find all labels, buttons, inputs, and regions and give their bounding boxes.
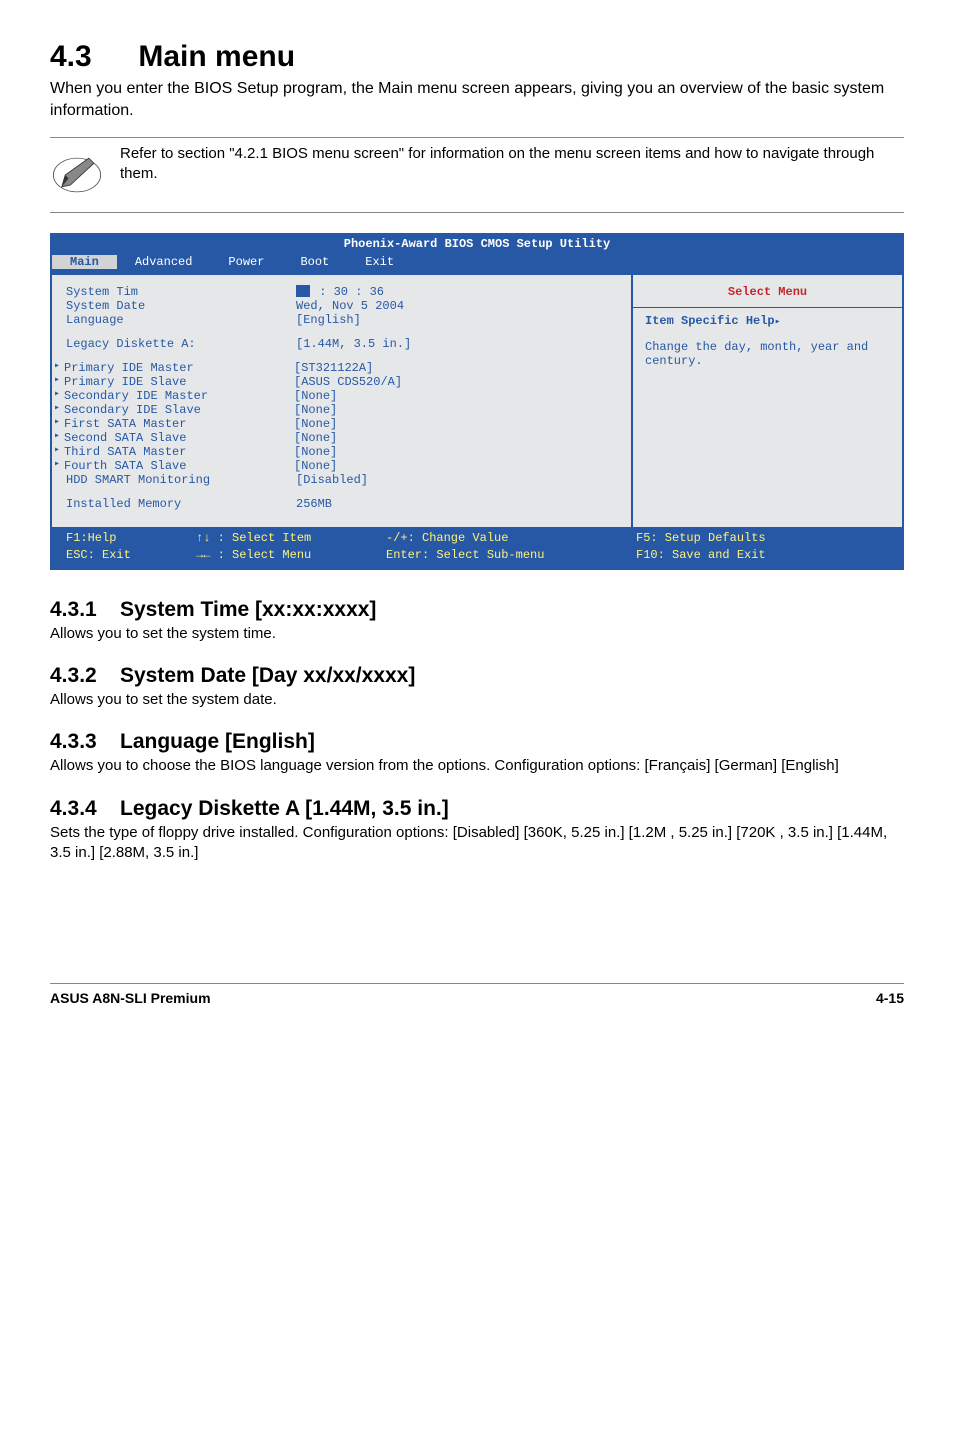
page-heading: 4.3 Main menu <box>50 40 904 74</box>
section-title: Legacy Diskette A [1.44M, 3.5 in.] <box>120 797 449 820</box>
bios-row: System Tim : 30 : 36 <box>66 285 617 299</box>
bios-label: Third SATA Master <box>64 445 294 459</box>
bios-value: [Disabled] <box>296 473 617 487</box>
section-title: System Time [xx:xx:xxxx] <box>120 598 376 621</box>
section-num: 4.3.4 <box>50 797 120 821</box>
bios-value: Wed, Nov 5 2004 <box>296 299 617 313</box>
bios-screenshot: Phoenix-Award BIOS CMOS Setup Utility Ma… <box>50 233 904 570</box>
bios-left-panel: System Tim : 30 : 36 System Date Wed, No… <box>52 275 633 527</box>
section-heading: 4.3.3Language [English] <box>50 730 904 754</box>
bios-value: [None] <box>294 445 617 459</box>
bios-key-hint: F1:Help <box>66 530 196 547</box>
bios-menubar: Main Advanced Power Boot Exit <box>52 253 902 273</box>
bios-title: Phoenix-Award BIOS CMOS Setup Utility <box>52 235 902 253</box>
bios-row-sub: Second SATA Slave[None] <box>66 431 617 445</box>
bios-item-specific: Item Specific Help▸ <box>645 314 890 328</box>
bios-value: [None] <box>294 389 617 403</box>
bios-row-sub: First SATA Master[None] <box>66 417 617 431</box>
section-title: Language [English] <box>120 730 315 753</box>
bios-value: [1.44M, 3.5 in.] <box>296 337 617 351</box>
bios-help-panel: Select Menu Item Specific Help▸ Change t… <box>633 275 902 527</box>
bios-help-msg: Change the day, month, year and century. <box>645 340 890 368</box>
bios-value: [ASUS CDS520/A] <box>294 375 617 389</box>
section-num: 4.3.3 <box>50 730 120 754</box>
bios-row: Language [English] <box>66 313 617 327</box>
section-body: Allows you to choose the BIOS language v… <box>50 756 904 776</box>
section-heading: 4.3.4Legacy Diskette A [1.44M, 3.5 in.] <box>50 797 904 821</box>
footer-right: 4-15 <box>876 990 904 1006</box>
bios-label: Secondary IDE Master <box>64 389 294 403</box>
bios-row-sub: Secondary IDE Master[None] <box>66 389 617 403</box>
caret-right-icon: ▸ <box>775 317 781 328</box>
bios-value: [English] <box>296 313 617 327</box>
section-body: Sets the type of floppy drive installed.… <box>50 823 904 864</box>
bios-label: System Tim <box>66 285 296 299</box>
heading-title: Main menu <box>138 40 295 73</box>
bios-row-sub: Third SATA Master[None] <box>66 445 617 459</box>
bios-label: Secondary IDE Slave <box>64 403 294 417</box>
bios-row-sub: Primary IDE Master[ST321122A] <box>66 361 617 375</box>
bios-row-sub: Secondary IDE Slave[None] <box>66 403 617 417</box>
bios-value: [None] <box>294 459 617 473</box>
bios-label: Installed Memory <box>66 497 296 511</box>
page-footer: ASUS A8N-SLI Premium 4-15 <box>50 983 904 1006</box>
bios-value-text: : 30 : 36 <box>312 285 384 299</box>
bios-value: [None] <box>294 431 617 445</box>
bios-label: System Date <box>66 299 296 313</box>
bios-row: Legacy Diskette A: [1.44M, 3.5 in.] <box>66 337 617 351</box>
bios-row: HDD SMART Monitoring[Disabled] <box>66 473 617 487</box>
note-block: Refer to section "4.2.1 BIOS menu screen… <box>50 137 904 213</box>
time-field-icon <box>296 285 310 297</box>
bios-tab-power: Power <box>210 255 282 269</box>
bios-footer: F1:Help ↑↓ : Select Item -/+: Change Val… <box>52 527 902 568</box>
bios-key-hint: ↑↓ : Select Item <box>196 530 386 547</box>
footer-left: ASUS A8N-SLI Premium <box>50 990 211 1006</box>
bios-key-hint: ESC: Exit <box>66 547 196 564</box>
bios-tab-advanced: Advanced <box>117 255 211 269</box>
section-heading: 4.3.2System Date [Day xx/xx/xxxx] <box>50 664 904 688</box>
section-num: 4.3.2 <box>50 664 120 688</box>
section-title: System Date [Day xx/xx/xxxx] <box>120 664 415 687</box>
bios-label: Primary IDE Slave <box>64 375 294 389</box>
bios-tab-main: Main <box>52 255 117 269</box>
bios-value: 256MB <box>296 497 617 511</box>
bios-key-hint: F5: Setup Defaults <box>636 530 766 547</box>
bios-tab-exit: Exit <box>347 255 412 269</box>
bios-key-hint: F10: Save and Exit <box>636 547 766 564</box>
bios-key-hint: -/+: Change Value <box>386 530 636 547</box>
bios-row: Installed Memory256MB <box>66 497 617 511</box>
section-num: 4.3.1 <box>50 598 120 622</box>
bios-label: Legacy Diskette A: <box>66 337 296 351</box>
bios-key-hint: Enter: Select Sub-menu <box>386 547 636 564</box>
section-heading: 4.3.1System Time [xx:xx:xxxx] <box>50 598 904 622</box>
section-body: Allows you to set the system date. <box>50 690 904 710</box>
bios-label: HDD SMART Monitoring <box>66 473 296 487</box>
intro-text: When you enter the BIOS Setup program, t… <box>50 78 904 121</box>
bios-key-hint: →← : Select Menu <box>196 547 386 564</box>
bios-label: Language <box>66 313 296 327</box>
bios-value: [None] <box>294 403 617 417</box>
bios-value: : 30 : 36 <box>296 285 617 299</box>
bios-value: [None] <box>294 417 617 431</box>
bios-row: System Date Wed, Nov 5 2004 <box>66 299 617 313</box>
pencil-icon <box>50 144 120 206</box>
bios-tab-boot: Boot <box>282 255 347 269</box>
bios-label: Primary IDE Master <box>64 361 294 375</box>
heading-number: 4.3 <box>50 40 130 74</box>
bios-label: Second SATA Slave <box>64 431 294 445</box>
bios-row-sub: Primary IDE Slave[ASUS CDS520/A] <box>66 375 617 389</box>
note-text: Refer to section "4.2.1 BIOS menu screen… <box>120 144 904 185</box>
bios-row-sub: Fourth SATA Slave[None] <box>66 459 617 473</box>
bios-label: First SATA Master <box>64 417 294 431</box>
bios-label: Fourth SATA Slave <box>64 459 294 473</box>
section-body: Allows you to set the system time. <box>50 624 904 644</box>
bios-select-menu: Select Menu <box>645 285 890 299</box>
bios-value: [ST321122A] <box>294 361 617 375</box>
